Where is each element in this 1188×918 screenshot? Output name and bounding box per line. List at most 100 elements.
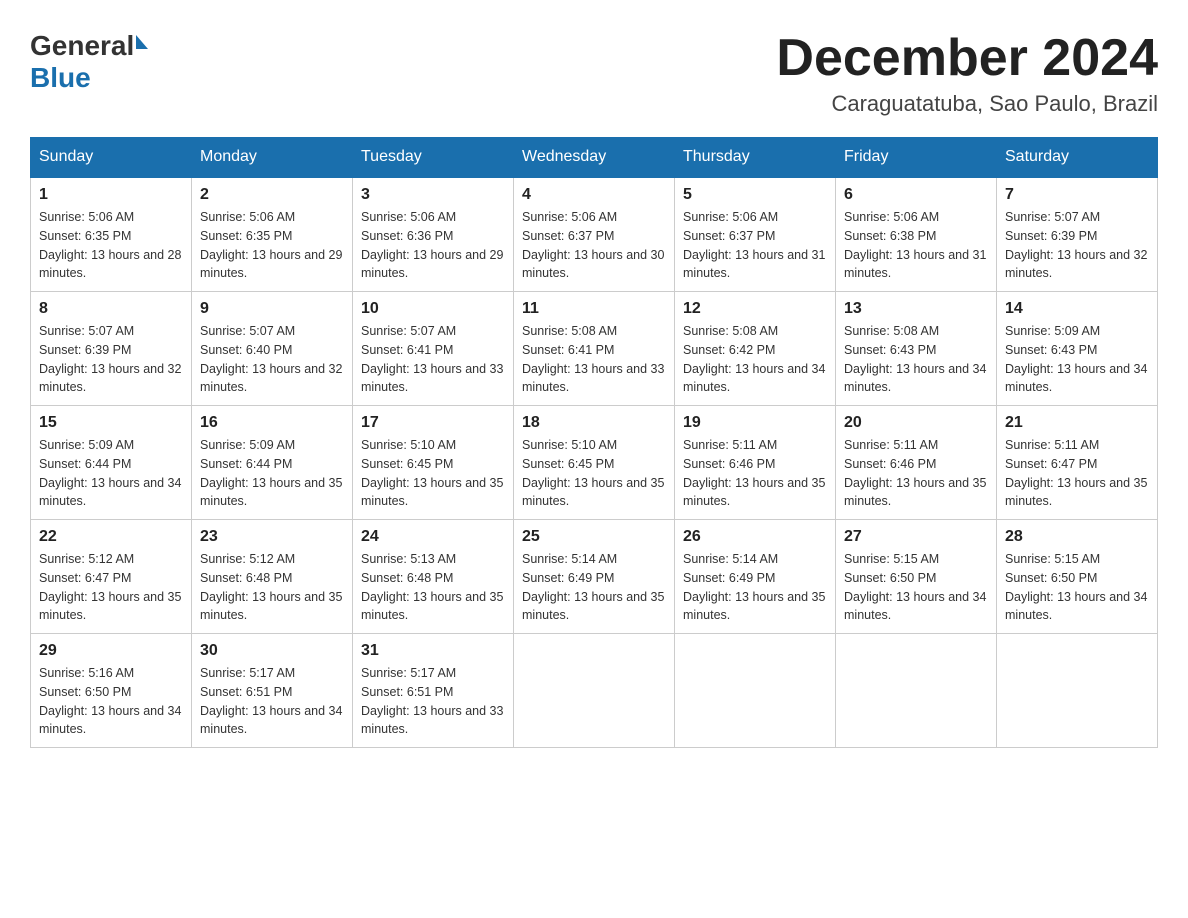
day-number: 14 bbox=[1005, 300, 1149, 318]
column-header-sunday: Sunday bbox=[31, 138, 192, 178]
calendar-cell: 22 Sunrise: 5:12 AMSunset: 6:47 PMDayligh… bbox=[31, 520, 192, 634]
day-info: Sunrise: 5:16 AMSunset: 6:50 PMDaylight:… bbox=[39, 664, 183, 739]
calendar-cell: 16 Sunrise: 5:09 AMSunset: 6:44 PMDayligh… bbox=[192, 406, 353, 520]
calendar-cell: 24Sunrise: 5:13 AMSunset: 6:48 PMDayligh… bbox=[353, 520, 514, 634]
calendar-week-row: 8Sunrise: 5:07 AMSunset: 6:39 PMDaylight… bbox=[31, 292, 1158, 406]
day-number: 7 bbox=[1005, 186, 1149, 204]
day-info: Sunrise: 5:17 AMSunset: 6:51 PMDaylight:… bbox=[200, 664, 344, 739]
day-number: 4 bbox=[522, 186, 666, 204]
day-info: Sunrise: 5:10 AMSunset: 6:45 PMDaylight:… bbox=[361, 436, 505, 511]
calendar-cell: 23 Sunrise: 5:12 AMSunset: 6:48 PMDayligh… bbox=[192, 520, 353, 634]
day-info: Sunrise: 5:15 AMSunset: 6:50 PMDaylight:… bbox=[844, 550, 988, 625]
day-info: Sunrise: 5:07 AMSunset: 6:39 PMDaylight:… bbox=[39, 322, 183, 397]
day-info: Sunrise: 5:11 AMSunset: 6:46 PMDaylight:… bbox=[683, 436, 827, 511]
month-title: December 2024 bbox=[776, 30, 1158, 87]
day-number: 26 bbox=[683, 528, 827, 546]
day-number: 19 bbox=[683, 414, 827, 432]
calendar-cell: 8Sunrise: 5:07 AMSunset: 6:39 PMDaylight… bbox=[31, 292, 192, 406]
logo-triangle-icon bbox=[136, 35, 148, 49]
day-info: Sunrise: 5:10 AMSunset: 6:45 PMDaylight:… bbox=[522, 436, 666, 511]
calendar-week-row: 29 Sunrise: 5:16 AMSunset: 6:50 PMDayligh… bbox=[31, 634, 1158, 748]
day-info: Sunrise: 5:12 AMSunset: 6:48 PMDaylight:… bbox=[200, 550, 344, 625]
day-info: Sunrise: 5:06 AMSunset: 6:35 PMDaylight:… bbox=[200, 208, 344, 283]
day-info: Sunrise: 5:06 AMSunset: 6:37 PMDaylight:… bbox=[522, 208, 666, 283]
calendar-cell: 28 Sunrise: 5:15 AMSunset: 6:50 PMDayligh… bbox=[997, 520, 1158, 634]
day-number: 29 bbox=[39, 642, 183, 660]
calendar-cell: 26 Sunrise: 5:14 AMSunset: 6:49 PMDayligh… bbox=[675, 520, 836, 634]
day-number: 28 bbox=[1005, 528, 1149, 546]
day-number: 22 bbox=[39, 528, 183, 546]
day-info: Sunrise: 5:06 AMSunset: 6:36 PMDaylight:… bbox=[361, 208, 505, 283]
day-info: Sunrise: 5:14 AMSunset: 6:49 PMDaylight:… bbox=[522, 550, 666, 625]
calendar-cell: 7 Sunrise: 5:07 AMSunset: 6:39 PMDaylight… bbox=[997, 177, 1158, 292]
calendar-cell bbox=[675, 634, 836, 748]
day-info: Sunrise: 5:13 AMSunset: 6:48 PMDaylight:… bbox=[361, 550, 505, 625]
calendar-header-row: SundayMondayTuesdayWednesdayThursdayFrid… bbox=[31, 138, 1158, 178]
day-number: 13 bbox=[844, 300, 988, 318]
page-header: General Blue December 2024 Caraguatatuba… bbox=[30, 30, 1158, 117]
day-number: 15 bbox=[39, 414, 183, 432]
calendar-cell: 5Sunrise: 5:06 AMSunset: 6:37 PMDaylight… bbox=[675, 177, 836, 292]
day-info: Sunrise: 5:08 AMSunset: 6:41 PMDaylight:… bbox=[522, 322, 666, 397]
calendar-cell: 4 Sunrise: 5:06 AMSunset: 6:37 PMDaylight… bbox=[514, 177, 675, 292]
column-header-thursday: Thursday bbox=[675, 138, 836, 178]
calendar-cell bbox=[514, 634, 675, 748]
calendar-week-row: 22 Sunrise: 5:12 AMSunset: 6:47 PMDayligh… bbox=[31, 520, 1158, 634]
day-number: 25 bbox=[522, 528, 666, 546]
calendar-cell: 2 Sunrise: 5:06 AMSunset: 6:35 PMDaylight… bbox=[192, 177, 353, 292]
day-info: Sunrise: 5:07 AMSunset: 6:40 PMDaylight:… bbox=[200, 322, 344, 397]
day-number: 27 bbox=[844, 528, 988, 546]
calendar-cell: 10 Sunrise: 5:07 AMSunset: 6:41 PMDayligh… bbox=[353, 292, 514, 406]
calendar-week-row: 1 Sunrise: 5:06 AMSunset: 6:35 PMDaylight… bbox=[31, 177, 1158, 292]
calendar-cell: 15 Sunrise: 5:09 AMSunset: 6:44 PMDayligh… bbox=[31, 406, 192, 520]
calendar-cell: 27 Sunrise: 5:15 AMSunset: 6:50 PMDayligh… bbox=[836, 520, 997, 634]
day-number: 3 bbox=[361, 186, 505, 204]
day-number: 9 bbox=[200, 300, 344, 318]
day-number: 30 bbox=[200, 642, 344, 660]
calendar-cell: 21Sunrise: 5:11 AMSunset: 6:47 PMDayligh… bbox=[997, 406, 1158, 520]
column-header-wednesday: Wednesday bbox=[514, 138, 675, 178]
column-header-monday: Monday bbox=[192, 138, 353, 178]
day-info: Sunrise: 5:06 AMSunset: 6:35 PMDaylight:… bbox=[39, 208, 183, 283]
location-subtitle: Caraguatatuba, Sao Paulo, Brazil bbox=[776, 91, 1158, 117]
day-number: 6 bbox=[844, 186, 988, 204]
column-header-friday: Friday bbox=[836, 138, 997, 178]
calendar-cell: 6 Sunrise: 5:06 AMSunset: 6:38 PMDaylight… bbox=[836, 177, 997, 292]
column-header-saturday: Saturday bbox=[997, 138, 1158, 178]
calendar-cell: 9 Sunrise: 5:07 AMSunset: 6:40 PMDaylight… bbox=[192, 292, 353, 406]
day-info: Sunrise: 5:07 AMSunset: 6:39 PMDaylight:… bbox=[1005, 208, 1149, 283]
calendar-cell: 20 Sunrise: 5:11 AMSunset: 6:46 PMDayligh… bbox=[836, 406, 997, 520]
day-info: Sunrise: 5:07 AMSunset: 6:41 PMDaylight:… bbox=[361, 322, 505, 397]
day-info: Sunrise: 5:14 AMSunset: 6:49 PMDaylight:… bbox=[683, 550, 827, 625]
day-number: 11 bbox=[522, 300, 666, 318]
day-info: Sunrise: 5:08 AMSunset: 6:43 PMDaylight:… bbox=[844, 322, 988, 397]
day-number: 20 bbox=[844, 414, 988, 432]
calendar-cell: 31Sunrise: 5:17 AMSunset: 6:51 PMDayligh… bbox=[353, 634, 514, 748]
day-number: 16 bbox=[200, 414, 344, 432]
day-info: Sunrise: 5:11 AMSunset: 6:46 PMDaylight:… bbox=[844, 436, 988, 511]
day-info: Sunrise: 5:11 AMSunset: 6:47 PMDaylight:… bbox=[1005, 436, 1149, 511]
day-number: 10 bbox=[361, 300, 505, 318]
day-info: Sunrise: 5:15 AMSunset: 6:50 PMDaylight:… bbox=[1005, 550, 1149, 625]
calendar-cell: 3 Sunrise: 5:06 AMSunset: 6:36 PMDaylight… bbox=[353, 177, 514, 292]
day-number: 18 bbox=[522, 414, 666, 432]
day-number: 2 bbox=[200, 186, 344, 204]
calendar-cell: 1 Sunrise: 5:06 AMSunset: 6:35 PMDaylight… bbox=[31, 177, 192, 292]
day-number: 23 bbox=[200, 528, 344, 546]
day-info: Sunrise: 5:12 AMSunset: 6:47 PMDaylight:… bbox=[39, 550, 183, 625]
column-header-tuesday: Tuesday bbox=[353, 138, 514, 178]
day-info: Sunrise: 5:06 AMSunset: 6:38 PMDaylight:… bbox=[844, 208, 988, 283]
calendar-cell: 29 Sunrise: 5:16 AMSunset: 6:50 PMDayligh… bbox=[31, 634, 192, 748]
logo-general-text: General bbox=[30, 30, 134, 62]
title-section: December 2024 Caraguatatuba, Sao Paulo, … bbox=[776, 30, 1158, 117]
day-info: Sunrise: 5:09 AMSunset: 6:44 PMDaylight:… bbox=[39, 436, 183, 511]
day-number: 5 bbox=[683, 186, 827, 204]
logo-blue-text: Blue bbox=[30, 62, 91, 94]
calendar-cell: 12Sunrise: 5:08 AMSunset: 6:42 PMDayligh… bbox=[675, 292, 836, 406]
day-number: 1 bbox=[39, 186, 183, 204]
day-info: Sunrise: 5:09 AMSunset: 6:44 PMDaylight:… bbox=[200, 436, 344, 511]
day-info: Sunrise: 5:17 AMSunset: 6:51 PMDaylight:… bbox=[361, 664, 505, 739]
calendar-cell: 18 Sunrise: 5:10 AMSunset: 6:45 PMDayligh… bbox=[514, 406, 675, 520]
day-info: Sunrise: 5:09 AMSunset: 6:43 PMDaylight:… bbox=[1005, 322, 1149, 397]
calendar-cell: 30 Sunrise: 5:17 AMSunset: 6:51 PMDayligh… bbox=[192, 634, 353, 748]
